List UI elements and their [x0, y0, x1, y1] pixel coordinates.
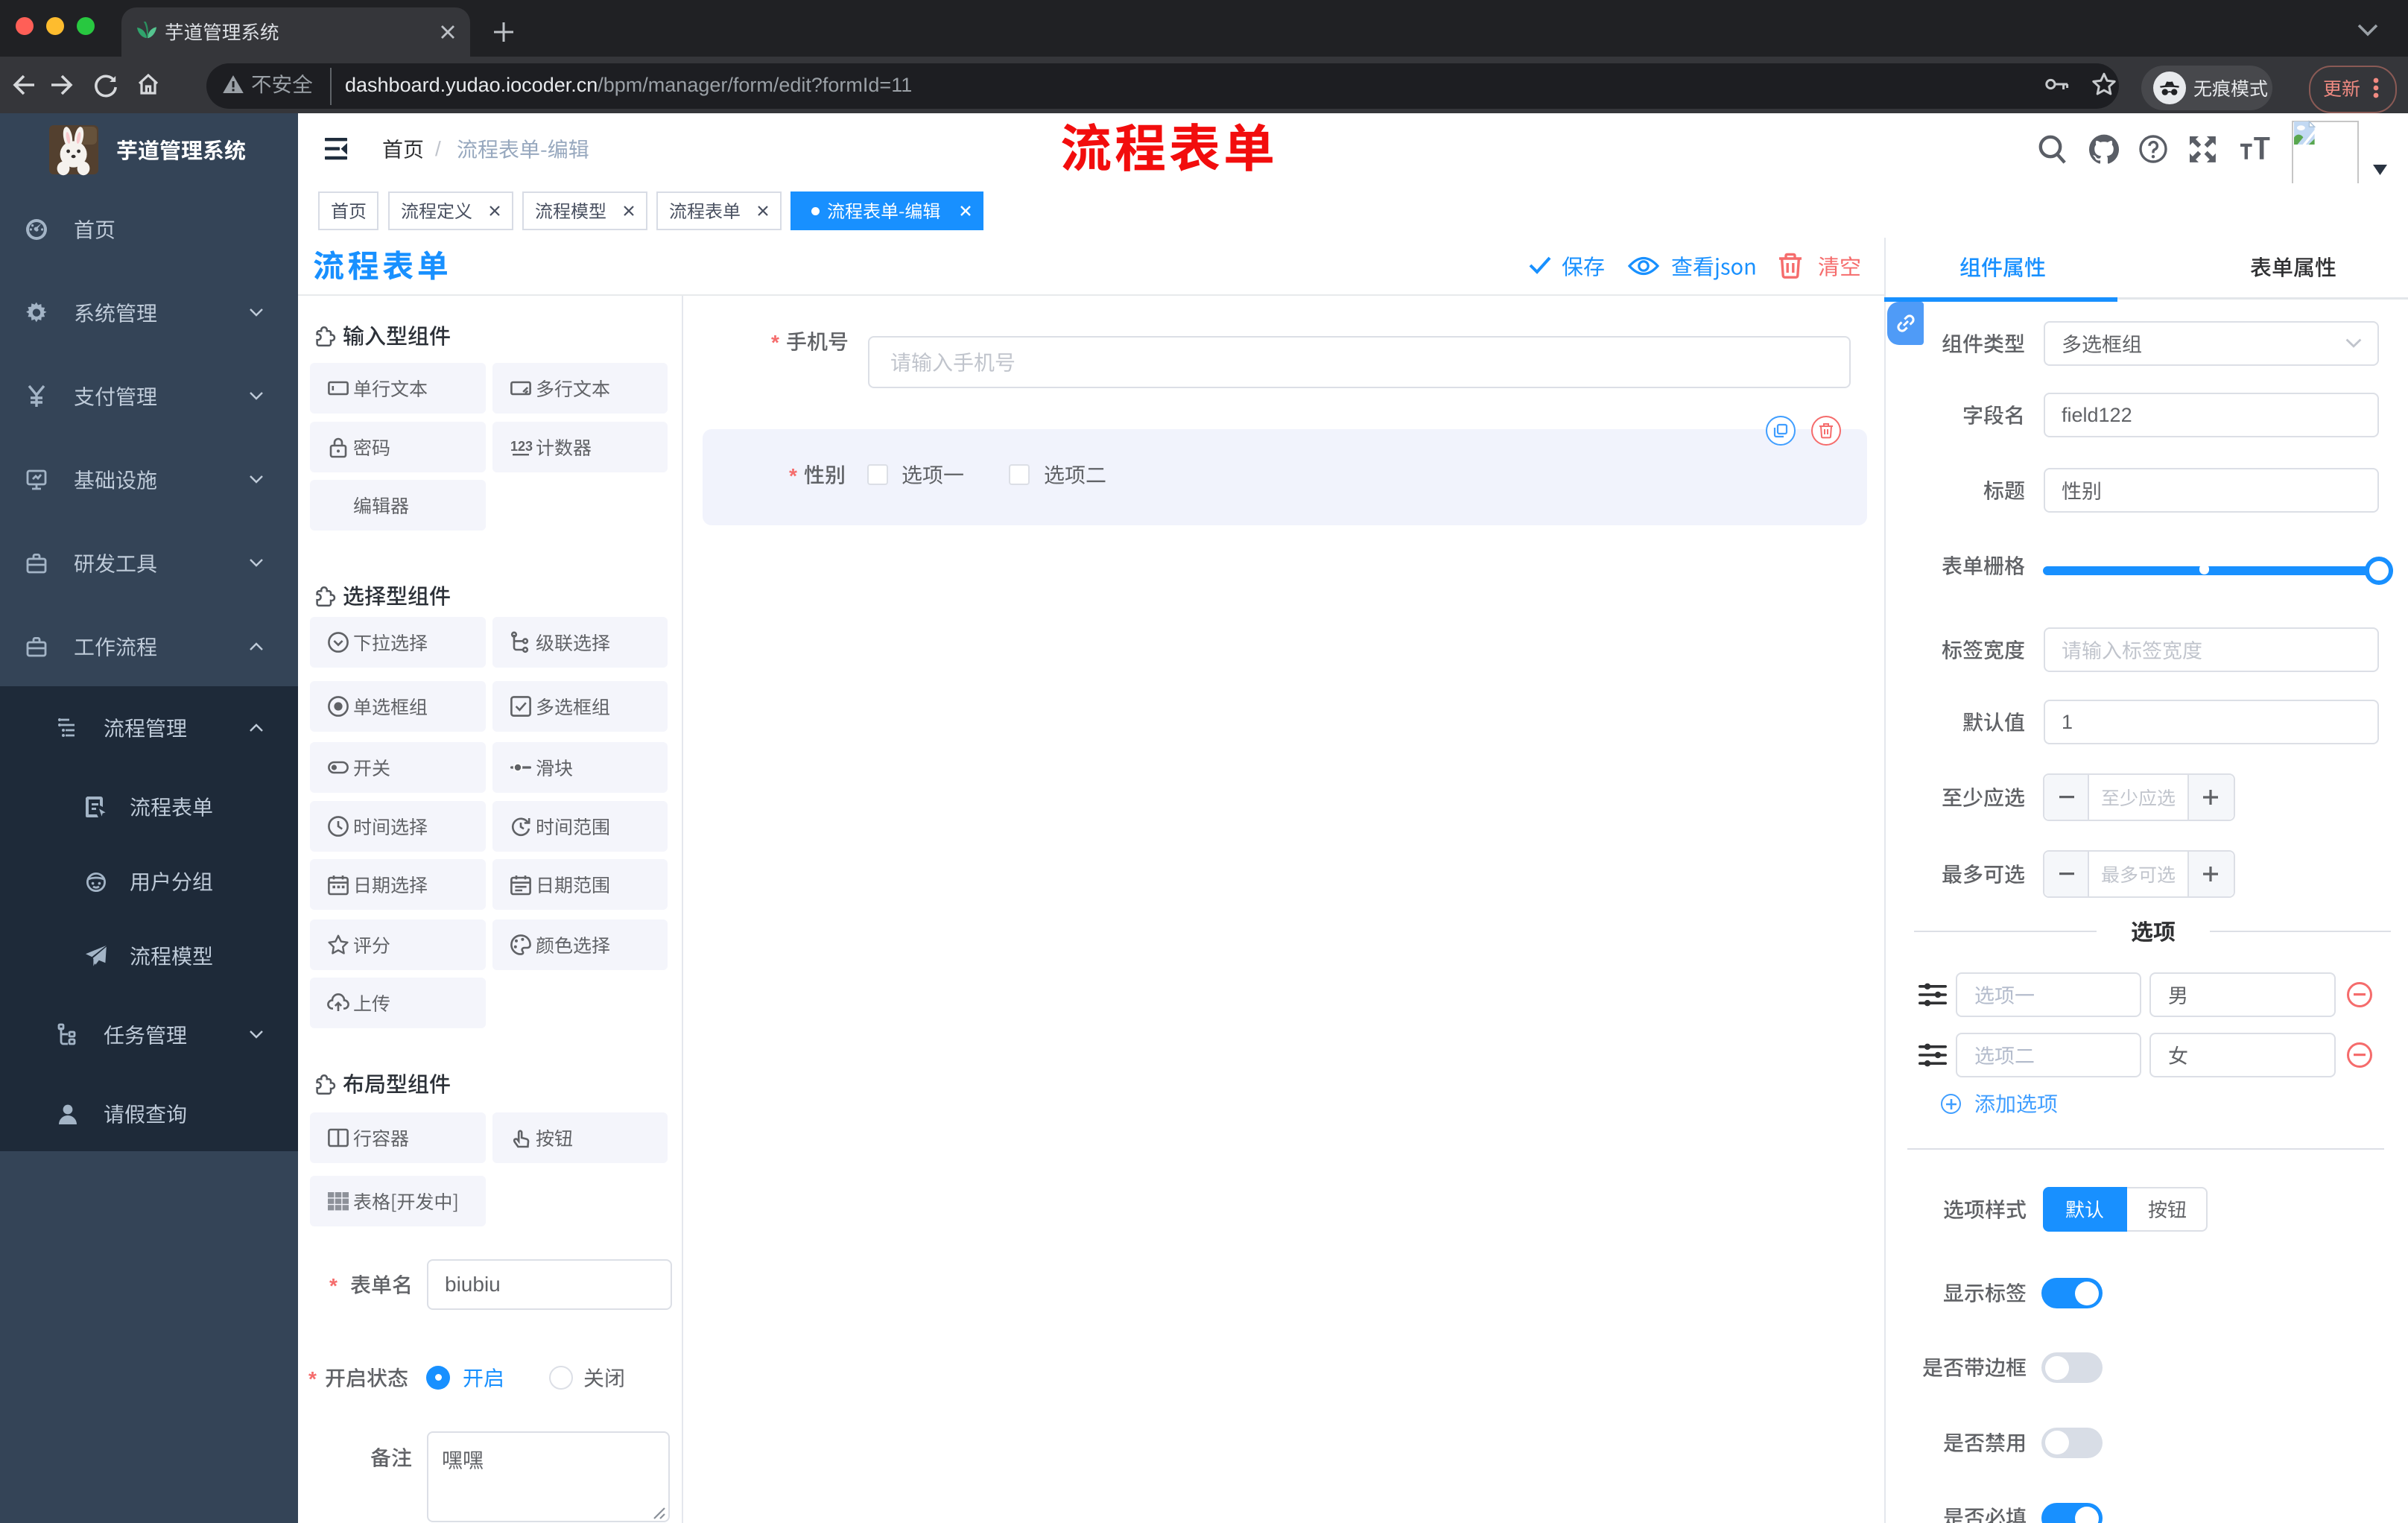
svg-text:123: 123 [510, 439, 533, 454]
